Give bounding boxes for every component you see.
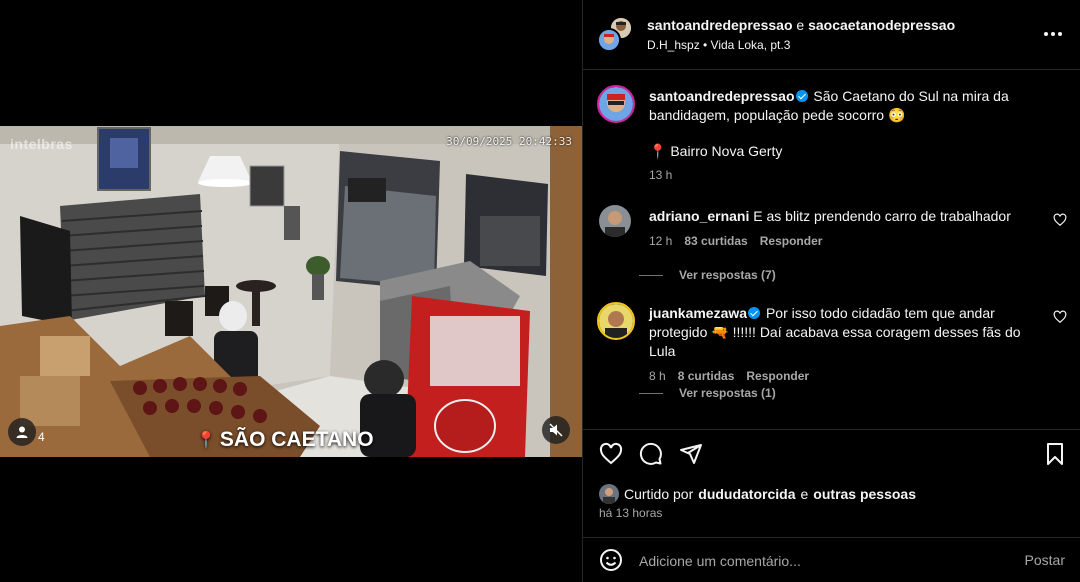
mute-toggle-button[interactable] xyxy=(542,416,570,444)
comment-bubble-icon xyxy=(639,442,662,465)
verified-badge-icon xyxy=(795,90,808,102)
share-button[interactable] xyxy=(679,442,703,466)
reply-button[interactable]: Responder xyxy=(760,232,823,251)
camera-timestamp: 30/09/2025 20:42:33 xyxy=(446,135,572,148)
author-link-2[interactable]: saocaetanodepressao xyxy=(808,17,955,33)
comment-text: E as blitz prendendo carro de trabalhado… xyxy=(753,208,1011,224)
smiley-icon xyxy=(600,549,622,571)
liked-by-and: e xyxy=(800,486,809,502)
collab-avatars[interactable] xyxy=(597,16,633,52)
view-replies-button[interactable]: Ver respostas (1) xyxy=(639,386,776,400)
caption-location: 📍 Bairro Nova Gerty xyxy=(649,143,783,159)
liked-by-others[interactable]: outras pessoas xyxy=(813,486,916,502)
view-replies-label: Ver respostas (1) xyxy=(679,386,776,400)
comments-section[interactable]: santoandredepressao São Caetano do Sul n… xyxy=(583,71,1080,429)
like-button[interactable] xyxy=(599,442,623,466)
author-link-1[interactable]: santoandredepressao xyxy=(647,17,793,33)
video-caption-text: SÃO CAETANO xyxy=(219,428,374,451)
emoji-button[interactable] xyxy=(599,548,623,572)
dot-icon xyxy=(1044,32,1048,36)
comment-time: 8 h xyxy=(649,369,666,383)
comment-input[interactable] xyxy=(639,550,999,572)
comment-like-count[interactable]: 8 curtidas xyxy=(678,367,735,386)
caption-username[interactable]: santoandredepressao xyxy=(649,88,795,104)
avatar[interactable] xyxy=(597,302,635,340)
camera-brand-watermark: intelbras xyxy=(10,136,73,152)
media-area: intelbras 30/09/2025 20:42:33 📍 SÃO CAET… xyxy=(0,0,582,582)
divider xyxy=(639,274,663,276)
author-conjunction: e xyxy=(796,17,805,33)
more-options-button[interactable] xyxy=(1041,24,1065,44)
comment-username[interactable]: adriano_ernani xyxy=(649,208,749,224)
post-details-panel: santoandredepressao e saocaetanodepressa… xyxy=(582,0,1080,582)
reply-button[interactable]: Responder xyxy=(746,367,809,386)
tagged-users-count: 4 xyxy=(38,430,45,444)
comment-time: 12 h xyxy=(649,234,673,248)
caption-time: 13 h xyxy=(649,168,673,182)
comment-meta: 8 h 8 curtidas Responder xyxy=(649,367,1043,386)
action-icons xyxy=(599,442,703,466)
view-replies-label: Ver respostas (7) xyxy=(679,268,776,282)
liked-by: Curtido por dududatorcida e outras pesso… xyxy=(599,484,916,504)
comment-meta: 12 h 83 curtidas Responder xyxy=(649,232,1043,251)
avatar xyxy=(597,28,621,52)
comment-username[interactable]: juankamezawa xyxy=(649,305,747,321)
heart-icon[interactable] xyxy=(1053,310,1067,324)
liked-by-user[interactable]: dududatorcida xyxy=(698,486,795,502)
view-replies-button[interactable]: Ver respostas (7) xyxy=(639,268,776,282)
audio-track[interactable]: D.H_hspz • Vida Loka, pt.3 xyxy=(647,38,790,52)
divider xyxy=(639,392,663,394)
post-actions: Curtido por dududatorcida e outras pesso… xyxy=(583,429,1080,547)
post-time-ago: há 13 horas xyxy=(599,506,663,520)
user-icon xyxy=(16,426,28,438)
comment-like-count[interactable]: 83 curtidas xyxy=(684,232,747,251)
post-header: santoandredepressao e saocaetanodepressa… xyxy=(583,0,1080,70)
comment-button[interactable] xyxy=(639,442,663,466)
caption-body: santoandredepressao São Caetano do Sul n… xyxy=(649,87,1043,185)
video-caption: 📍 SÃO CAETANO xyxy=(196,428,374,452)
avatar xyxy=(599,484,619,504)
liked-by-prefix: Curtido por xyxy=(624,486,694,502)
heart-icon[interactable] xyxy=(1053,213,1067,227)
bookmark-icon xyxy=(1047,443,1063,465)
avatar[interactable] xyxy=(599,205,631,237)
caption-meta: 13 h xyxy=(649,166,1043,185)
comment-body: juankamezawa Por isso todo cidadão tem q… xyxy=(649,304,1043,386)
paper-plane-icon xyxy=(680,444,702,464)
dot-icon xyxy=(1051,32,1055,36)
verified-badge-icon xyxy=(748,307,761,319)
avatar[interactable] xyxy=(597,85,635,123)
save-button[interactable] xyxy=(1043,442,1067,466)
muted-speaker-icon xyxy=(549,423,563,437)
post-comment-button[interactable]: Postar xyxy=(1025,552,1065,568)
heart-icon xyxy=(599,442,623,465)
comment-body: adriano_ernani E as blitz prendendo carr… xyxy=(649,207,1043,251)
tagged-users-button[interactable] xyxy=(8,418,36,446)
add-comment-bar: Postar xyxy=(583,537,1080,582)
post-video[interactable]: intelbras 30/09/2025 20:42:33 📍 SÃO CAET… xyxy=(0,126,582,457)
dot-icon xyxy=(1058,32,1062,36)
security-camera-frame xyxy=(0,126,582,457)
location-pin-icon: 📍 xyxy=(196,432,216,449)
post-authors: santoandredepressao e saocaetanodepressa… xyxy=(647,17,955,33)
